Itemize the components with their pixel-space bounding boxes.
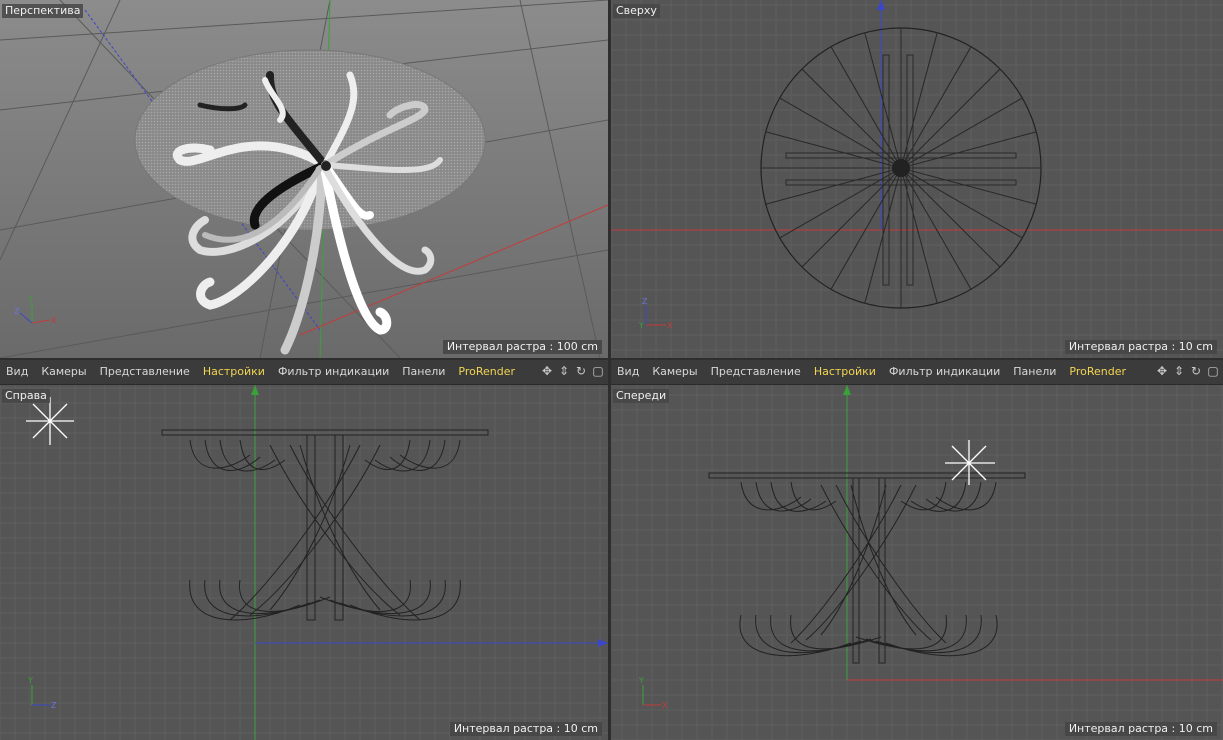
grid-interval-front: Интервал растра : 10 cm	[1064, 722, 1217, 736]
table-center	[892, 159, 910, 177]
menu-options[interactable]: Настройки	[197, 360, 272, 384]
menu-panels[interactable]: Панели	[1007, 360, 1063, 384]
viewport-title-front[interactable]: Спереди	[613, 389, 670, 403]
top-grid	[611, 0, 1223, 358]
viewport-right[interactable]: Y Z Справа Интервал растра : 10 cm	[0, 385, 608, 740]
top-canvas: Z X Y	[611, 0, 1223, 358]
light-icon	[26, 397, 74, 445]
maximize-view-icon[interactable]: ▢	[1205, 363, 1221, 379]
move-view-icon[interactable]: ✥	[539, 363, 555, 379]
viewport-menubar-right-view: Вид Камеры Представление Настройки Фильт…	[0, 360, 608, 385]
menu-view[interactable]: Вид	[611, 360, 646, 384]
viewport-menubar-front-view: Вид Камеры Представление Настройки Фильт…	[611, 360, 1223, 385]
menu-display[interactable]: Представление	[94, 360, 197, 384]
viewport-title-perspective[interactable]: Перспектива	[2, 4, 84, 18]
gizmo-x-label: X	[667, 321, 673, 330]
gizmo-z-label: Z	[14, 307, 20, 316]
viewport-front[interactable]: Y X Спереди Интервал растра : 10 cm	[611, 385, 1223, 740]
perspective-canvas: Y X Z	[0, 0, 608, 358]
gizmo-x-label: X	[662, 701, 668, 710]
grid-interval-right: Интервал растра : 10 cm	[449, 722, 602, 736]
rotate-view-icon[interactable]: ↻	[573, 363, 589, 379]
gizmo-z-label: Z	[51, 701, 57, 710]
gizmo-z-label: Z	[642, 297, 648, 306]
menu-view[interactable]: Вид	[0, 360, 35, 384]
zoom-view-icon[interactable]: ⇕	[556, 363, 572, 379]
table-top-front	[708, 472, 1026, 479]
right-canvas: Y Z	[0, 385, 608, 740]
rotate-view-icon[interactable]: ↻	[1188, 363, 1204, 379]
front-canvas: Y X	[611, 385, 1223, 740]
menu-prorender[interactable]: ProRender	[452, 360, 522, 384]
gizmo-x-label: X	[51, 316, 57, 325]
menu-filter[interactable]: Фильтр индикации	[883, 360, 1007, 384]
right-axis-gizmo: Y Z	[27, 676, 57, 710]
viewport-top[interactable]: Z X Y Сверху Интервал растра : 10 cm	[611, 0, 1223, 358]
gizmo-y-label: Y	[638, 321, 644, 330]
front-axis-gizmo: Y X	[638, 676, 668, 710]
viewport-perspective[interactable]: Y X Z Перспектива Интервал растра : 100 …	[0, 0, 608, 358]
maximize-view-icon[interactable]: ▢	[590, 363, 606, 379]
front-grid	[611, 385, 1223, 740]
gizmo-y-label: Y	[27, 295, 33, 304]
grid-interval-top: Интервал растра : 10 cm	[1064, 340, 1217, 354]
menu-prorender[interactable]: ProRender	[1063, 360, 1133, 384]
menu-filter[interactable]: Фильтр индикации	[272, 360, 396, 384]
menu-cameras[interactable]: Камеры	[35, 360, 93, 384]
menu-panels[interactable]: Панели	[396, 360, 452, 384]
move-view-icon[interactable]: ✥	[1154, 363, 1170, 379]
menu-cameras[interactable]: Камеры	[646, 360, 704, 384]
gizmo-y-label: Y	[638, 676, 644, 685]
grid-interval-perspective: Интервал растра : 100 cm	[442, 340, 602, 354]
menu-display[interactable]: Представление	[705, 360, 808, 384]
zoom-view-icon[interactable]: ⇕	[1171, 363, 1187, 379]
viewport-title-right[interactable]: Справа	[2, 389, 50, 403]
viewport-title-top[interactable]: Сверху	[613, 4, 660, 18]
right-grid	[0, 385, 608, 740]
menu-options[interactable]: Настройки	[808, 360, 883, 384]
gizmo-y-label: Y	[27, 676, 33, 685]
